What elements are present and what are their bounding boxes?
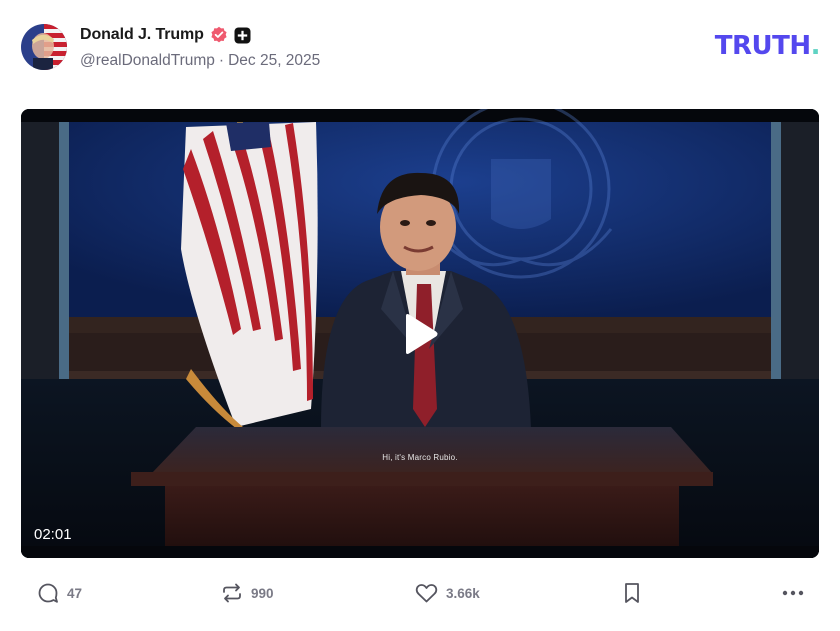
author-display-name[interactable]: Donald J. Trump	[80, 26, 204, 44]
like-count: 3.66k	[446, 585, 480, 601]
video-caption: Hi, it's Marco Rubio.	[382, 453, 458, 462]
post-actions: 47 990 3.66k	[0, 578, 840, 608]
author-avatar[interactable]	[21, 24, 67, 70]
verified-badge-icon	[210, 26, 228, 44]
post-meta: @realDonaldTrump · Dec 25, 2025	[80, 52, 320, 70]
more-options-button[interactable]	[781, 578, 805, 608]
logo-text: TRUTH	[714, 31, 811, 61]
heart-icon	[415, 584, 438, 603]
bookmark-button[interactable]	[622, 578, 642, 608]
logo-dot: .	[810, 31, 821, 61]
author-handle[interactable]: @realDonaldTrump	[80, 52, 215, 70]
meta-separator: ·	[218, 52, 225, 69]
bookmark-icon	[625, 583, 639, 603]
like-button[interactable]: 3.66k	[415, 578, 480, 608]
author-name-row: Donald J. Trump	[80, 24, 251, 46]
post-date[interactable]: Dec 25, 2025	[228, 52, 320, 70]
comment-icon	[38, 583, 58, 603]
truth-post: Donald J. Trump @realDonaldTrump · Dec 2…	[0, 0, 840, 631]
plus-square-icon	[234, 27, 251, 44]
truth-social-logo[interactable]: TRUTH.	[714, 31, 821, 61]
video-player[interactable]: Hi, it's Marco Rubio. 02:01	[21, 109, 819, 558]
retruth-icon	[223, 583, 241, 603]
play-icon[interactable]	[398, 312, 442, 356]
reply-button[interactable]: 47	[37, 578, 82, 608]
more-dots-icon	[782, 590, 804, 596]
retruth-count: 990	[251, 585, 274, 601]
retruth-button[interactable]: 990	[221, 578, 274, 608]
reply-count: 47	[67, 585, 83, 601]
video-duration: 02:01	[34, 526, 72, 543]
